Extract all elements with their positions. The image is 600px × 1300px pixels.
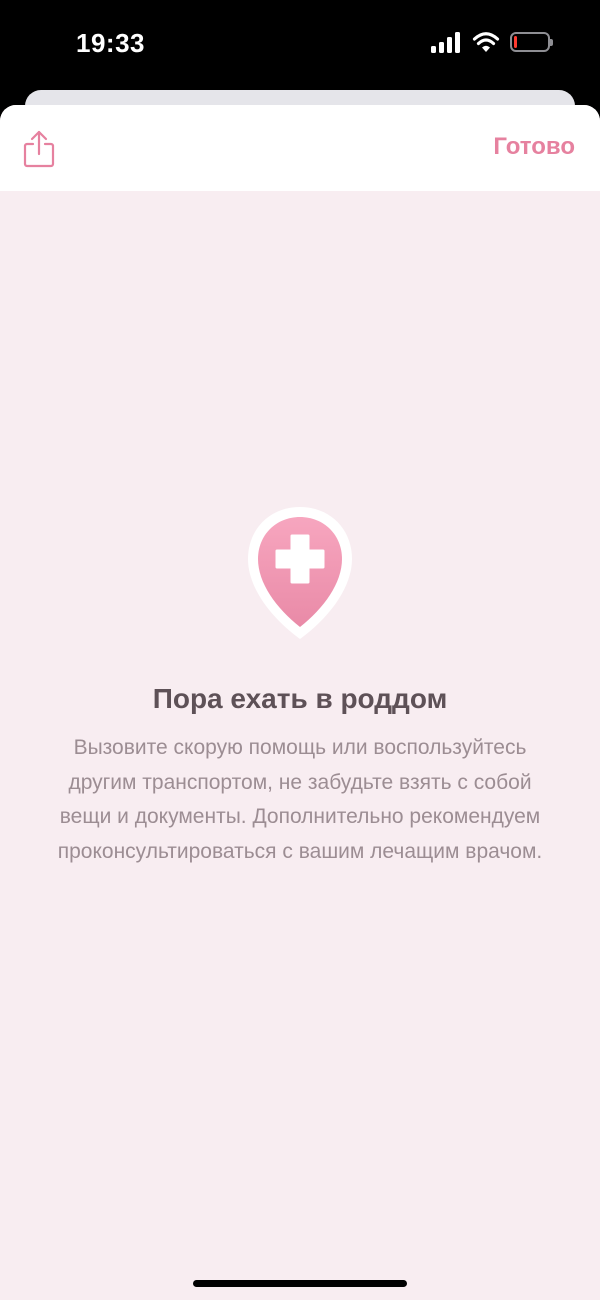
battery-level bbox=[514, 36, 517, 48]
home-indicator bbox=[193, 1280, 407, 1287]
cellular-signal-icon bbox=[431, 32, 460, 53]
description-text: Вызовите скорую помощь или воспользуйтес… bbox=[57, 736, 543, 863]
status-time: 19:33 bbox=[76, 28, 145, 58]
wifi-icon bbox=[472, 32, 500, 52]
map-pin-medical-cross-icon bbox=[248, 507, 352, 639]
page-title: Пора ехать в роддом bbox=[152, 683, 448, 714]
status-icons bbox=[430, 30, 553, 54]
nav-bar: Готово bbox=[0, 105, 600, 191]
done-button[interactable]: Готово bbox=[493, 133, 575, 161]
status-bar: 19:33 bbox=[0, 0, 600, 100]
modal-sheet: Готово Пора ехать в роддом Вызовите скор… bbox=[0, 105, 600, 1300]
battery-icon bbox=[510, 32, 553, 52]
share-icon[interactable] bbox=[22, 129, 56, 169]
